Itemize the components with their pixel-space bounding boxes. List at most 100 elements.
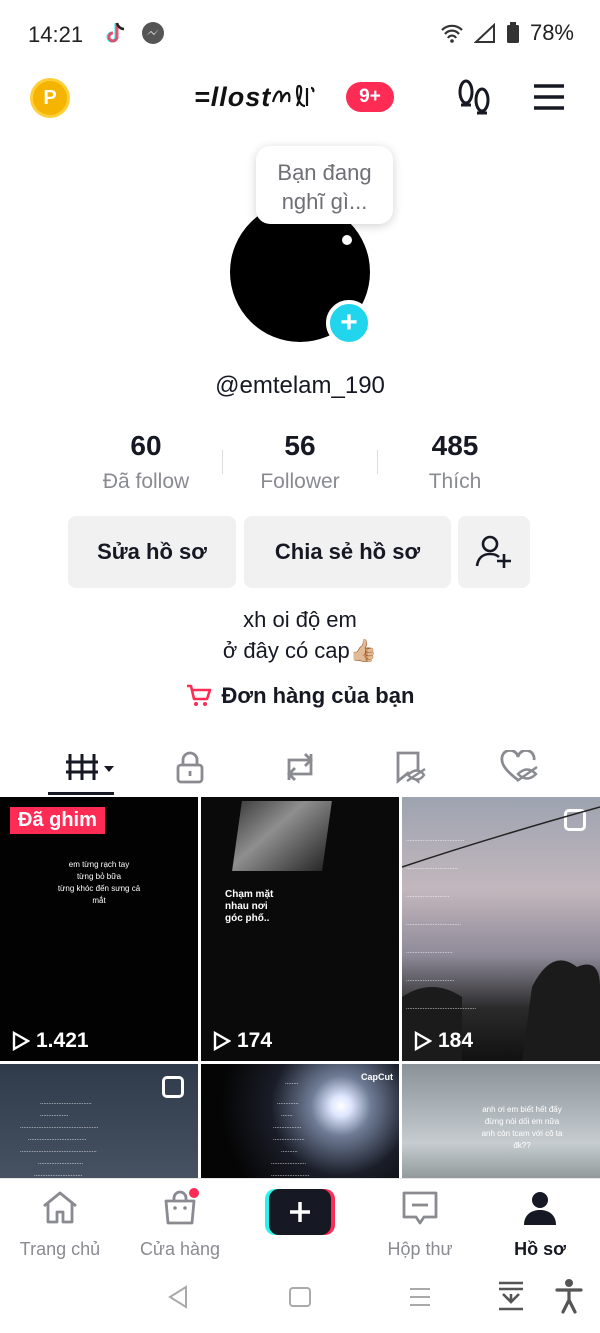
play-icon: [213, 1031, 231, 1051]
bio: xh oi độ em ở đây có cap👍🏼: [0, 604, 600, 666]
add-user-icon: [475, 535, 511, 568]
cart-icon: [186, 684, 211, 706]
thought-bubble-text: Bạn đang nghĩ gì...: [277, 160, 372, 214]
accessibility-icon[interactable]: [555, 1278, 583, 1314]
battery-icon: [506, 22, 519, 43]
video-thumbnail[interactable]: Đã ghim em từng rạch tay từng bỏ bữa từn…: [0, 797, 198, 1061]
svg-text:...................: ...................: [273, 1136, 305, 1142]
orders-link[interactable]: Đơn hàng của bạn: [0, 683, 600, 709]
status-bar: 14:21 78%: [0, 0, 600, 68]
svg-text:..........................: ..........................: [406, 893, 450, 899]
handwriting-decoration-icon: [272, 84, 315, 108]
svg-text:.................: .................: [40, 1112, 69, 1118]
status-time: 14:21: [28, 22, 84, 47]
video-thumbnail[interactable]: ............................... ........…: [0, 1064, 198, 1178]
svg-text:..............................: ........................................…: [20, 1148, 97, 1154]
stat-likes[interactable]: 485 Thích: [378, 430, 532, 494]
wifi-icon: [441, 24, 463, 43]
nav-label: Cửa hàng: [139, 1239, 221, 1259]
stat-followers[interactable]: 56 Follower: [223, 430, 377, 494]
video-thumbnail[interactable]: CapCut ........ ............. ....... ..…: [201, 1064, 399, 1178]
video-caption: Chạm mặt nhau nơi góc phố..: [225, 889, 274, 924]
nav-inbox[interactable]: Hộp thư: [360, 1187, 480, 1263]
svg-text:..............................: ........................................…: [406, 1005, 476, 1011]
username: @emtelam_190: [215, 372, 385, 399]
profile-name-logo[interactable]: =llost: [194, 82, 317, 113]
svg-text:.....................: .....................: [271, 1160, 306, 1166]
repost-icon: [287, 753, 313, 781]
tab-reposts[interactable]: [240, 738, 360, 796]
video-grid: Đã ghim em từng rạch tay từng bỏ bữa từn…: [0, 797, 600, 1178]
svg-text:...........................: ...........................: [38, 1160, 83, 1166]
profile-icon: [524, 1192, 556, 1225]
create-button[interactable]: [265, 1189, 335, 1235]
svg-text:..........: ..........: [281, 1148, 298, 1154]
video-text-lines: ........ ............. ....... .........…: [271, 1080, 310, 1178]
svg-text:..............................: ...............................: [40, 1100, 92, 1106]
nav-label: Trang chủ: [19, 1239, 101, 1259]
pinned-badge: Đã ghim: [10, 807, 105, 834]
stat-label: Thích: [428, 470, 482, 493]
active-tab-indicator: [48, 792, 114, 795]
menu-icon[interactable]: [532, 82, 566, 112]
home-button-icon[interactable]: [288, 1286, 312, 1308]
system-nav-bar: [0, 1262, 600, 1333]
coin-icon[interactable]: P: [30, 78, 70, 118]
profile-top-bar: P =llost 9+: [0, 68, 600, 128]
svg-text:..............................: ...................................: [28, 1136, 87, 1142]
collapse-down-icon[interactable]: [496, 1280, 526, 1312]
edit-profile-button[interactable]: Sửa hồ sơ: [68, 516, 236, 588]
video-thumbnail[interactable]: anh ơi em biết hết đấy đừng nói dối em n…: [402, 1064, 600, 1178]
video-image-light: [232, 801, 332, 871]
play-icon: [414, 1031, 432, 1051]
video-text-lines: ............................... ........…: [20, 1100, 99, 1178]
inbox-icon: [402, 1191, 438, 1225]
nav-shop[interactable]: Cửa hàng: [120, 1187, 240, 1263]
bookmark-hidden-icon: [396, 751, 426, 784]
video-scene: ................................... ....…: [402, 806, 600, 1061]
video-thumbnail[interactable]: Chạm mặt nhau nơi góc phố.. 174: [201, 797, 399, 1061]
orders-label: Đơn hàng của bạn: [221, 683, 415, 708]
bio-line: ở đây có cap👍🏼: [222, 638, 378, 663]
svg-text:.............................: .............................: [406, 977, 455, 983]
notification-badge[interactable]: 9+: [346, 82, 394, 112]
video-caption: anh ơi em biết hết đấy đừng nói dối em n…: [481, 1105, 563, 1150]
shop-bag-icon: [164, 1188, 199, 1225]
nav-home[interactable]: Trang chủ: [0, 1187, 120, 1263]
stat-following[interactable]: 60 Đã follow: [69, 430, 223, 494]
battery-level: 78%: [529, 20, 574, 45]
home-icon: [43, 1191, 77, 1224]
video-thumbnail[interactable]: ................................... ....…: [402, 797, 600, 1061]
play-count: 1.421: [12, 1029, 89, 1053]
recents-icon[interactable]: [408, 1286, 432, 1308]
tab-liked[interactable]: [460, 738, 580, 796]
thought-bubble[interactable]: Bạn đang nghĩ gì...: [256, 146, 393, 224]
svg-text:.............: .............: [277, 1100, 299, 1106]
nav-profile[interactable]: Hồ sơ: [480, 1187, 600, 1263]
nav-label: Hồ sơ: [514, 1239, 566, 1259]
bubble-tail-dot: [342, 235, 352, 245]
stat-value: 485: [431, 430, 479, 461]
bio-line: xh oi độ em: [243, 607, 357, 632]
tiktok-notification-icon: [106, 22, 125, 43]
stat-label: Follower: [260, 470, 340, 493]
lock-icon: [176, 751, 204, 784]
svg-text:........: ........: [285, 1080, 299, 1086]
share-profile-button[interactable]: Chia sẻ hồ sơ: [244, 516, 451, 588]
play-count: 174: [213, 1029, 272, 1053]
tab-saved[interactable]: [350, 738, 470, 796]
add-friends-button[interactable]: [458, 516, 530, 588]
svg-text:..............................: ...................................: [406, 837, 465, 843]
heart-hidden-icon: [500, 750, 538, 782]
stat-value: 56: [284, 430, 316, 461]
back-icon[interactable]: [166, 1284, 190, 1310]
play-icon: [12, 1031, 30, 1051]
play-count: 184: [414, 1029, 473, 1053]
tab-private[interactable]: [130, 738, 250, 796]
messenger-notification-icon: [142, 22, 164, 44]
bottom-nav: Trang chủ Cửa hàng Hộp thư Hồ sơ: [0, 1178, 600, 1262]
svg-text:.................: .................: [273, 1124, 302, 1130]
svg-text:..............................: .................................: [406, 921, 461, 927]
footprint-icon[interactable]: [456, 78, 492, 118]
add-avatar-button[interactable]: +: [326, 300, 372, 346]
